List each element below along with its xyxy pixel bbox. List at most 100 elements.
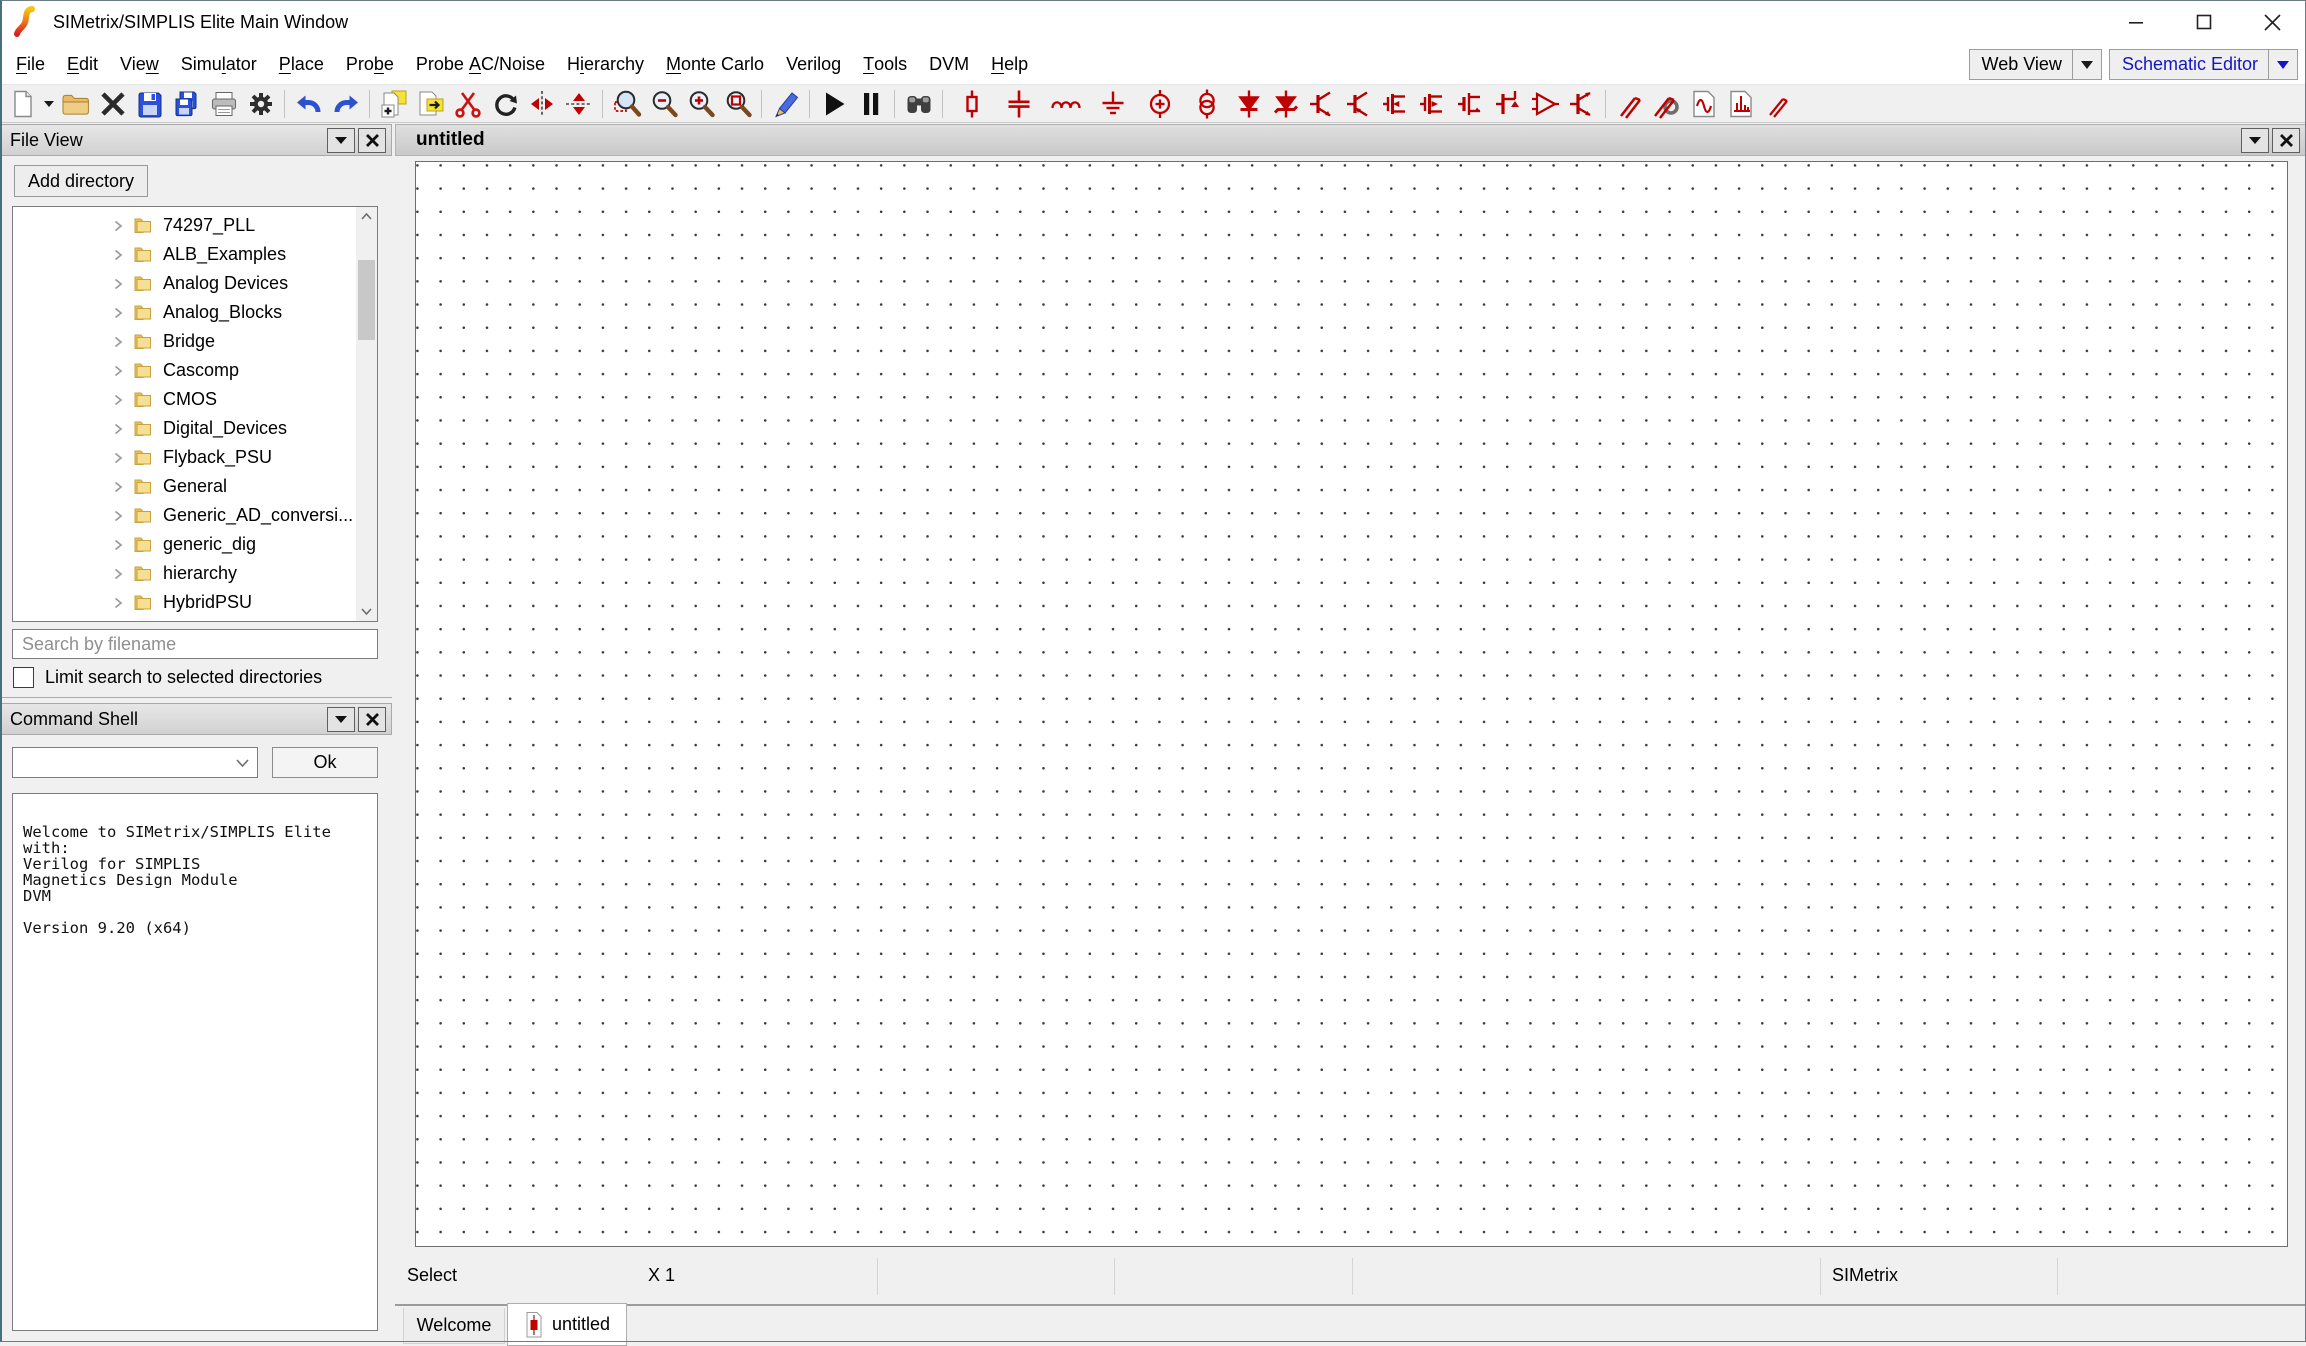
place-bidirectional-switch-icon[interactable] [1563, 87, 1600, 121]
redo-icon[interactable] [327, 87, 364, 121]
place-small-probe-icon[interactable] [1759, 87, 1796, 121]
place-buffer-icon[interactable] [1526, 87, 1563, 121]
place-pnp-icon[interactable] [1341, 87, 1378, 121]
tree-item[interactable]: CMOS [13, 385, 355, 414]
place-capacitor-icon[interactable] [995, 87, 1042, 121]
new-schematic-dropdown-icon[interactable] [41, 87, 57, 121]
save-all-icon[interactable] [168, 87, 205, 121]
schematic-canvas[interactable] [415, 161, 2288, 1247]
menu-probe-ac-noise[interactable]: Probe AC/Noise [405, 44, 556, 84]
place-current-source-icon[interactable] [1136, 87, 1183, 121]
chevron-right-icon[interactable] [111, 451, 125, 465]
panel-menu-button[interactable] [2241, 128, 2269, 153]
menu-edit[interactable]: Edit [56, 44, 109, 84]
menu-file[interactable]: File [5, 44, 56, 84]
zoom-area-icon[interactable] [719, 87, 756, 121]
maximize-button[interactable] [2170, 0, 2238, 44]
search-filename-input[interactable] [12, 629, 378, 659]
zoom-out-icon[interactable] [645, 87, 682, 121]
menu-hierarchy[interactable]: Hierarchy [556, 44, 655, 84]
tree-item[interactable]: Analog Devices [13, 269, 355, 298]
chevron-right-icon[interactable] [111, 393, 125, 407]
tree-item[interactable]: HybridPSU [13, 588, 355, 617]
find-part-icon[interactable] [900, 87, 937, 121]
place-pmos-icon[interactable] [1415, 87, 1452, 121]
panel-menu-button[interactable] [327, 128, 355, 153]
tree-item[interactable] [13, 617, 355, 622]
tree-item[interactable]: Generic_AD_conversi... [13, 501, 355, 530]
web-view-dropdown[interactable]: Web View [1969, 49, 2102, 80]
undo-icon[interactable] [290, 87, 327, 121]
new-schematic-icon[interactable] [4, 87, 41, 121]
menu-place[interactable]: Place [268, 44, 335, 84]
chevron-right-icon[interactable] [111, 335, 125, 349]
chevron-right-icon[interactable] [111, 219, 125, 233]
place-voltage-probe-icon[interactable] [1611, 87, 1648, 121]
tree-item[interactable]: Bridge [13, 327, 355, 356]
place-waveform-probe-icon[interactable] [1685, 87, 1722, 121]
zoom-in-icon[interactable] [682, 87, 719, 121]
print-icon[interactable] [205, 87, 242, 121]
tree-item[interactable]: Flyback_PSU [13, 443, 355, 472]
rotate-icon[interactable] [486, 87, 523, 121]
tree-scrollbar[interactable] [356, 207, 377, 621]
menu-help[interactable]: Help [980, 44, 1039, 84]
open-file-icon[interactable] [57, 87, 94, 121]
chevron-down-icon[interactable] [2269, 61, 2297, 69]
place-current-probe-icon[interactable] [1648, 87, 1685, 121]
place-thyristor-icon[interactable] [1489, 87, 1526, 121]
chevron-right-icon[interactable] [111, 277, 125, 291]
scrollbar-thumb[interactable] [358, 260, 375, 340]
panel-menu-button[interactable] [327, 707, 355, 732]
place-nmos-icon[interactable] [1378, 87, 1415, 121]
panel-close-button[interactable] [358, 128, 386, 153]
chevron-right-icon[interactable] [111, 567, 125, 581]
flip-vertical-axis-icon[interactable] [523, 87, 560, 121]
chevron-right-icon[interactable] [111, 306, 125, 320]
tree-item[interactable]: generic_dig [13, 530, 355, 559]
command-input-combo[interactable] [12, 747, 258, 778]
chevron-down-icon[interactable] [2073, 61, 2101, 69]
save-icon[interactable] [131, 87, 168, 121]
menu-monte-carlo[interactable]: Monte Carlo [655, 44, 775, 84]
menu-verilog[interactable]: Verilog [775, 44, 852, 84]
chevron-right-icon[interactable] [111, 509, 125, 523]
tree-item[interactable]: Analog_Blocks [13, 298, 355, 327]
place-voltage-source-icon[interactable] [1183, 87, 1230, 121]
add-directory-button[interactable]: Add directory [14, 165, 148, 197]
limit-search-checkbox[interactable] [13, 667, 34, 688]
tree-item[interactable]: General [13, 472, 355, 501]
menu-view[interactable]: View [109, 44, 170, 84]
tree-item[interactable]: Digital_Devices [13, 414, 355, 443]
ok-button[interactable]: Ok [272, 747, 378, 778]
tab-untitled[interactable]: untitled [507, 1303, 627, 1346]
menu-probe[interactable]: Probe [335, 44, 405, 84]
close-schematic-icon[interactable] [94, 87, 131, 121]
shell-output[interactable]: Welcome to SIMetrix/SIMPLIS Elitewith:Ve… [12, 793, 378, 1331]
tree-item[interactable]: 74297_PLL [13, 211, 355, 240]
panel-close-button[interactable] [2272, 128, 2300, 153]
chevron-right-icon[interactable] [111, 596, 125, 610]
draw-wire-icon[interactable] [767, 87, 804, 121]
run-simulation-icon[interactable] [815, 87, 852, 121]
scroll-down-icon[interactable] [356, 602, 377, 621]
tree-item[interactable]: hierarchy [13, 559, 355, 588]
tree-item[interactable]: Cascomp [13, 356, 355, 385]
copy-icon[interactable] [375, 87, 412, 121]
place-ground-icon[interactable] [1089, 87, 1136, 121]
panel-close-button[interactable] [358, 707, 386, 732]
place-inductor-icon[interactable] [1042, 87, 1089, 121]
place-zener-diode-icon[interactable] [1267, 87, 1304, 121]
close-button[interactable] [2238, 0, 2306, 44]
tab-welcome[interactable]: Welcome [403, 1308, 505, 1344]
place-resistor-icon[interactable] [948, 87, 995, 121]
place-diode-icon[interactable] [1230, 87, 1267, 121]
pause-simulation-icon[interactable] [852, 87, 889, 121]
paste-icon[interactable] [412, 87, 449, 121]
menu-tools[interactable]: Tools [852, 44, 918, 84]
flip-horizontal-axis-icon[interactable] [560, 87, 597, 121]
chevron-right-icon[interactable] [111, 480, 125, 494]
settings-gear-icon[interactable] [242, 87, 279, 121]
minimize-button[interactable] [2102, 0, 2170, 44]
chevron-right-icon[interactable] [111, 422, 125, 436]
